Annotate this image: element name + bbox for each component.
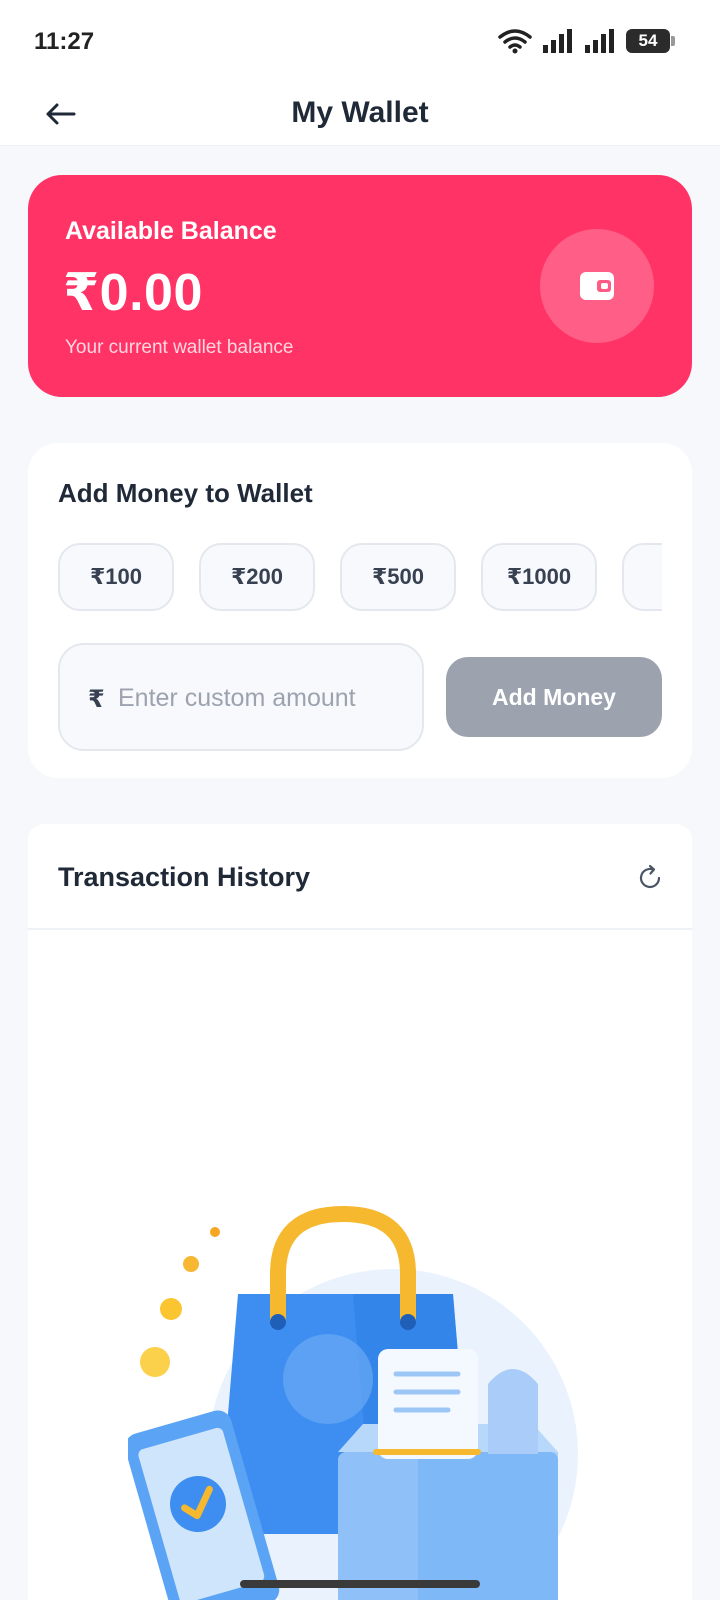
receipt-graphic <box>373 1349 481 1459</box>
balance-label: Available Balance <box>65 217 277 245</box>
wifi-icon <box>498 29 532 54</box>
status-icons: 54 <box>498 26 675 56</box>
custom-amount-field[interactable]: ₹ <box>58 643 424 751</box>
preset-amounts: ₹100 ₹200 ₹500 ₹1000 <box>58 543 662 613</box>
transaction-history-title: Transaction History <box>58 862 311 892</box>
transaction-history-header: Transaction History <box>28 824 692 930</box>
balance-subtitle: Your current wallet balance <box>65 337 294 358</box>
balance-amount: ₹0.00 <box>63 264 203 322</box>
app-header: My Wallet <box>0 82 720 146</box>
custom-amount-input[interactable] <box>118 675 408 721</box>
decor-dot <box>210 1227 220 1237</box>
refresh-icon <box>639 864 661 889</box>
add-money-card: Add Money to Wallet ₹100 ₹200 ₹500 ₹1000 ₹ … <box>28 443 692 778</box>
decor-dot <box>160 1298 182 1320</box>
preset-chip-more[interactable] <box>622 543 662 611</box>
transaction-history-card: Transaction History <box>28 824 692 1600</box>
wallet-badge <box>540 229 654 343</box>
battery-indicator: 54 <box>626 29 675 53</box>
empty-transactions-illustration <box>128 1205 578 1600</box>
home-indicator <box>240 1580 480 1588</box>
page-title: My Wallet <box>291 96 429 129</box>
preset-chip-500[interactable]: ₹500 <box>340 543 456 611</box>
wallet-icon <box>580 272 614 300</box>
preset-chip-1000[interactable]: ₹1000 <box>481 543 597 611</box>
balance-card: Available Balance ₹0.00 Your current wal… <box>28 175 692 397</box>
decor-dot <box>140 1347 170 1377</box>
currency-symbol: ₹ <box>88 686 105 713</box>
preset-chip-100[interactable]: ₹100 <box>58 543 174 611</box>
signal-icon <box>543 29 572 53</box>
preset-chip-200[interactable]: ₹200 <box>199 543 315 611</box>
add-money-title: Add Money to Wallet <box>58 478 313 508</box>
status-bar: 11:27 54 <box>0 0 720 82</box>
decor-dot <box>183 1256 199 1272</box>
refresh-button[interactable] <box>630 858 670 898</box>
status-time: 11:27 <box>34 28 95 55</box>
add-money-button[interactable]: Add Money <box>446 657 662 737</box>
signal-icon-2 <box>585 29 614 53</box>
